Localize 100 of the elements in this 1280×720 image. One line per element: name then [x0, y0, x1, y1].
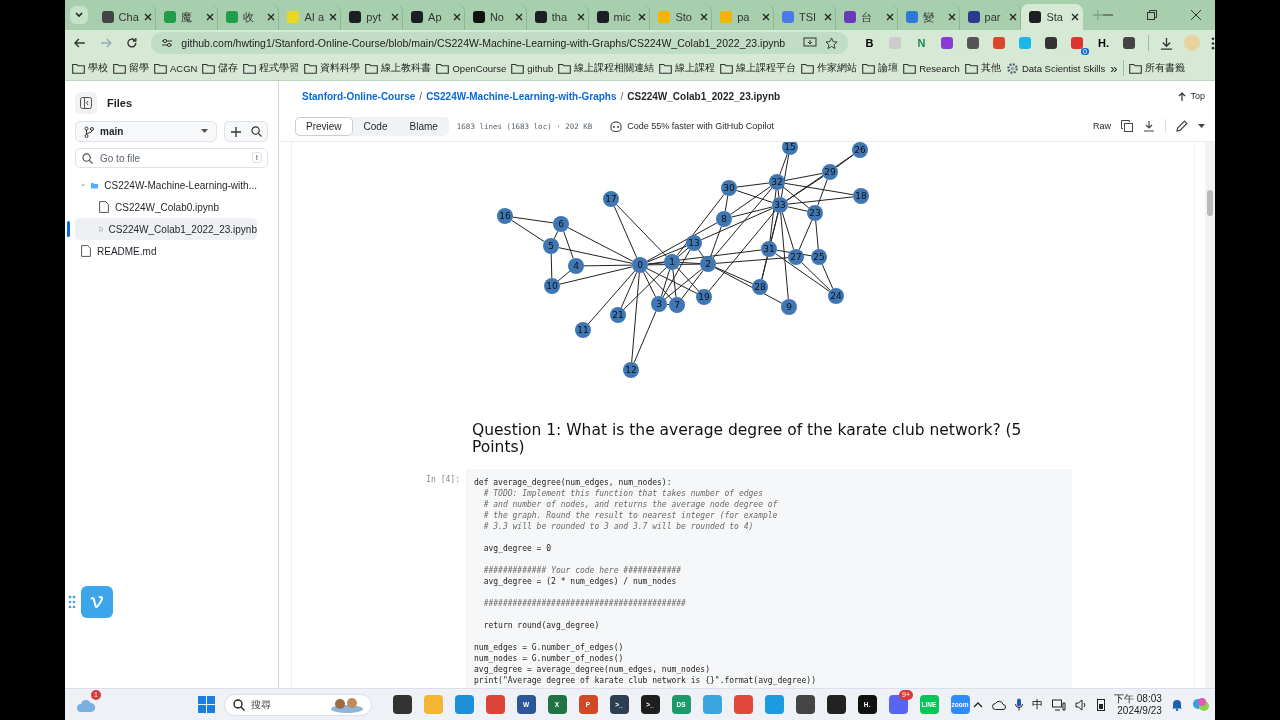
extension-button[interactable]: [966, 35, 981, 51]
branch-selector[interactable]: main: [75, 121, 217, 142]
video-app-button[interactable]: [81, 586, 113, 618]
extension-button[interactable]: [940, 35, 955, 51]
close-icon[interactable]: [267, 13, 276, 21]
close-icon[interactable]: [391, 13, 400, 21]
close-icon[interactable]: [514, 13, 523, 21]
bookmark[interactable]: 作家網站: [801, 61, 858, 75]
speaker-icon[interactable]: [1075, 698, 1088, 711]
site-settings-icon[interactable]: [161, 37, 174, 49]
breadcrumb-link[interactable]: CS224W-Machine-Learning-with-Graphs: [426, 90, 617, 102]
restore-icon[interactable]: [1147, 10, 1157, 20]
menu-icon[interactable]: [1211, 36, 1215, 50]
copilot-link[interactable]: Code 55% faster with GitHub Copilot: [610, 120, 774, 132]
close-icon[interactable]: [143, 13, 152, 21]
bookmark[interactable]: github: [511, 62, 554, 74]
bookmark[interactable]: 儲存: [202, 61, 239, 75]
close-icon[interactable]: [885, 13, 894, 21]
bookmark[interactable]: 留學: [113, 61, 149, 75]
install-icon[interactable]: [803, 37, 817, 49]
bell-icon[interactable]: [1170, 698, 1183, 711]
file-tree-item[interactable]: README.md: [75, 240, 257, 262]
star-icon[interactable]: [825, 36, 838, 50]
node-label: 26: [854, 145, 866, 155]
folder-icon: [72, 62, 85, 74]
copilot-icon[interactable]: [1191, 695, 1210, 714]
extension-button[interactable]: B: [862, 35, 877, 51]
bookmark[interactable]: 線上課程平台: [720, 61, 797, 75]
reload-icon[interactable]: [125, 37, 138, 49]
code-line: avg_degree = (2 * num_edges) / num_nodes: [482, 576, 677, 587]
address-bar[interactable]: github.com/hwting1/Stanford-Online-Course/blob/main/CS224W-Machine-Learning-with-Graphs/CS224W_Colab1_2022_23.ipynb: [151, 32, 848, 54]
bookmark[interactable]: 線上教科書: [365, 61, 432, 75]
close-icon[interactable]: [1009, 13, 1018, 21]
drag-handle-icon[interactable]: [68, 595, 76, 609]
battery-icon[interactable]: [1097, 698, 1105, 711]
tab-search-button[interactable]: [70, 6, 88, 24]
file-tree-item[interactable]: CS224W-Machine-Learning-with...: [75, 174, 257, 196]
close-icon[interactable]: [947, 13, 956, 21]
close-icon[interactable]: [452, 13, 461, 21]
back-icon[interactable]: [74, 37, 86, 49]
bookmark[interactable]: ACGN: [154, 62, 198, 74]
chevron-up-icon[interactable]: [973, 701, 983, 708]
view-tab[interactable]: Code: [352, 116, 399, 136]
network-icon[interactable]: [1052, 698, 1066, 711]
scrollbar[interactable]: [1205, 142, 1215, 688]
caret-icon[interactable]: [1198, 123, 1205, 129]
bookmark[interactable]: 線上課程: [659, 61, 716, 75]
extension-button[interactable]: N: [914, 35, 929, 51]
input-method-indicator[interactable]: 中: [1032, 697, 1043, 712]
bookmark[interactable]: 資料科學: [304, 61, 361, 75]
folder-icon: [964, 62, 978, 74]
close-icon[interactable]: [576, 13, 585, 21]
close-icon[interactable]: [700, 13, 709, 21]
edit-icon[interactable]: [1176, 120, 1188, 132]
more-bookmarks-button[interactable]: »: [1110, 60, 1118, 76]
code-line: return round(avg_degree): [482, 620, 600, 631]
close-icon[interactable]: [329, 13, 338, 21]
close-icon[interactable]: [823, 13, 832, 21]
extension-button[interactable]: [1044, 35, 1059, 51]
view-tab[interactable]: Preview: [295, 116, 353, 136]
extension-button[interactable]: [1122, 35, 1137, 51]
clock[interactable]: 下午 08:03 2024/9/23: [1114, 692, 1162, 717]
bookmark[interactable]: 論壇: [862, 61, 899, 75]
copy-icon[interactable]: [1121, 120, 1133, 132]
view-tab[interactable]: Blame: [398, 116, 449, 136]
file-tree-item[interactable]: CS224W_Colab0.ipynb: [75, 196, 257, 218]
breadcrumb-link[interactable]: Stanford-Online-Course: [302, 90, 416, 102]
site-icon: [967, 11, 980, 23]
bookmark[interactable]: 所有書籤: [1128, 61, 1185, 75]
arrow-up-icon: [1178, 91, 1187, 101]
extension-button[interactable]: H.: [1096, 35, 1111, 51]
cloud-icon[interactable]: [992, 699, 1006, 710]
bookmark[interactable]: OpenCourse: [436, 62, 507, 74]
site-icon: [720, 11, 733, 23]
bookmark[interactable]: 學校: [72, 61, 108, 75]
close-icon[interactable]: [762, 13, 771, 21]
bookmark[interactable]: 線上課程相關連結: [558, 61, 655, 75]
close-icon[interactable]: [1071, 13, 1080, 21]
robot-face-icon: [610, 120, 623, 132]
node-label: 23: [809, 208, 821, 218]
close-icon[interactable]: [638, 13, 647, 21]
folder-icon: [862, 62, 876, 74]
browser-tab[interactable]: Sta: [1021, 4, 1084, 30]
code-line: avg_degree = average_degree(num_edges, num_nodes): [474, 664, 710, 675]
bookmark[interactable]: Research: [903, 62, 960, 74]
download-icon[interactable]: [1143, 120, 1155, 132]
close-icon[interactable]: [1191, 10, 1201, 20]
close-icon[interactable]: [205, 13, 214, 21]
branch-icon: [84, 125, 94, 138]
top-button[interactable]: Top: [1178, 91, 1205, 101]
node-label: 33: [774, 200, 786, 210]
microphone-icon[interactable]: [1015, 698, 1023, 711]
bookmark[interactable]: Data Scientist Skills: [1005, 61, 1106, 75]
folder-icon: [436, 62, 450, 74]
app-icon: [485, 695, 505, 714]
download-icon[interactable]: [1160, 36, 1173, 50]
bookmark[interactable]: 其他: [964, 61, 1001, 75]
raw-button[interactable]: Raw: [1093, 121, 1111, 131]
sidebar-toggle-button[interactable]: [75, 92, 97, 114]
bookmark[interactable]: 程式學習: [243, 61, 300, 75]
